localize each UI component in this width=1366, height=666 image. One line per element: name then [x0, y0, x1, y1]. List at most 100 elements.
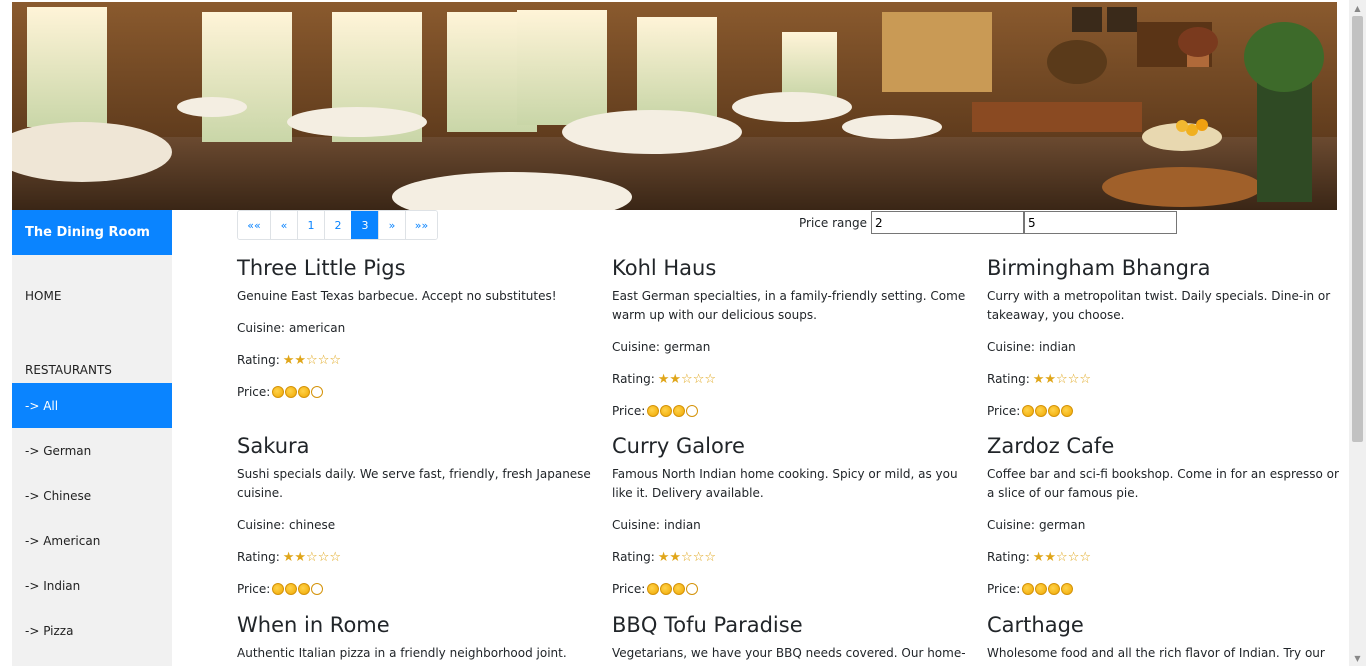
price-coins — [647, 405, 699, 417]
nav-item-german[interactable]: -> German — [12, 428, 172, 473]
rating-stars: ★ ★ ☆ ☆ ☆ — [1033, 373, 1091, 386]
page: The Dining Room HOME RESTAURANTS -> All … — [0, 0, 1366, 666]
brand-title[interactable]: The Dining Room — [12, 210, 172, 255]
star-empty-icon: ☆ — [704, 549, 717, 565]
restaurant-name[interactable]: Curry Galore — [612, 431, 967, 461]
star-filled-icon: ★ — [1044, 549, 1057, 565]
nav-item-american[interactable]: -> American — [12, 518, 172, 563]
next-page-button[interactable]: » — [378, 211, 405, 239]
coin-filled-icon — [660, 405, 673, 417]
rating-line: Rating: ★ ★ ☆ ☆ ☆ — [987, 369, 1342, 389]
cuisine-label: Cuisine: — [237, 518, 285, 532]
cuisine-line: Cuisine: german — [987, 515, 1342, 535]
restaurant-name[interactable]: Carthage — [987, 610, 1342, 640]
coin-filled-icon — [673, 583, 686, 595]
star-filled-icon: ★ — [1044, 371, 1057, 387]
restaurant-banner-image — [12, 2, 1337, 210]
restaurant-name[interactable]: When in Rome — [237, 610, 592, 640]
page-2-button[interactable]: 2 — [324, 211, 351, 239]
cuisine-value: american — [288, 321, 346, 335]
sidebar: The Dining Room HOME RESTAURANTS -> All … — [12, 210, 172, 666]
price-coins — [1022, 405, 1074, 417]
price-coins — [272, 583, 324, 595]
restaurant-card: Kohl Haus East German specialties, in a f… — [612, 253, 967, 421]
restaurant-name[interactable]: BBQ Tofu Paradise — [612, 610, 967, 640]
nav-item-pizza[interactable]: -> Pizza — [12, 608, 172, 653]
rating-label: Rating: — [987, 372, 1030, 386]
restaurant-description: Curry with a metropolitan twist. Daily s… — [987, 289, 1331, 322]
restaurant-card: Carthage Wholesome food and all the rich … — [987, 610, 1342, 663]
price-line: Price: — [612, 579, 967, 599]
star-empty-icon: ☆ — [306, 549, 318, 565]
price-range-label: Price range — [799, 215, 867, 230]
coin-filled-icon — [1022, 583, 1035, 595]
nav-item-indian[interactable]: -> Indian — [12, 563, 172, 608]
restaurant-name[interactable]: Sakura — [237, 431, 592, 461]
page-3-button[interactable]: 3 — [351, 211, 378, 239]
restaurant-description: Coffee bar and sci-fi bookshop. Come in … — [987, 467, 1339, 500]
rating-stars: ★ ★ ☆ ☆ ☆ — [658, 551, 716, 564]
cuisine-value: indian — [663, 518, 701, 532]
price-coins — [1022, 583, 1074, 595]
last-page-button[interactable]: »» — [405, 211, 437, 239]
price-min-input[interactable] — [870, 211, 1024, 234]
star-empty-icon: ☆ — [1056, 371, 1068, 387]
nav-item-chinese[interactable]: -> Chinese — [12, 473, 172, 518]
coin-empty-icon — [686, 405, 699, 417]
coin-filled-icon — [660, 583, 673, 595]
star-filled-icon: ★ — [657, 371, 670, 387]
previous-page-button[interactable]: « — [270, 211, 297, 239]
restaurant-card: BBQ Tofu Paradise Vegetarians, we have yo… — [612, 610, 967, 663]
cuisine-line: Cuisine: american — [237, 318, 592, 338]
cuisine-line: Cuisine: chinese — [237, 515, 592, 535]
star-empty-icon: ☆ — [1056, 549, 1068, 565]
cuisine-value: german — [663, 340, 711, 354]
scrollbar-thumb[interactable] — [1352, 16, 1363, 442]
scroll-down-icon[interactable]: ▼ — [1349, 650, 1366, 666]
restaurant-card: Birmingham Bhangra Curry with a metropoli… — [987, 253, 1342, 421]
page-1-button[interactable]: 1 — [297, 211, 324, 239]
restaurant-name[interactable]: Kohl Haus — [612, 253, 967, 283]
price-label: Price: — [612, 582, 646, 596]
coin-filled-icon — [647, 405, 660, 417]
star-filled-icon: ★ — [282, 352, 295, 368]
rating-line: Rating: ★ ★ ☆ ☆ ☆ — [237, 350, 592, 370]
coin-empty-icon — [311, 386, 324, 398]
price-coins — [272, 386, 324, 398]
cuisine-label: Cuisine: — [612, 518, 660, 532]
star-empty-icon: ☆ — [317, 352, 330, 368]
restaurant-description: Famous North Indian home cooking. Spicy … — [612, 467, 958, 500]
price-range-filter: Price range — [799, 211, 1177, 234]
nav-restaurants-heading[interactable]: RESTAURANTS — [12, 337, 172, 383]
coin-filled-icon — [1035, 405, 1048, 417]
star-empty-icon: ☆ — [692, 371, 705, 387]
star-empty-icon: ☆ — [317, 549, 330, 565]
coin-filled-icon — [272, 583, 285, 595]
page-scrollbar[interactable]: ▲ ▼ — [1349, 0, 1366, 666]
coin-filled-icon — [272, 386, 285, 398]
star-empty-icon: ☆ — [1067, 371, 1080, 387]
star-filled-icon: ★ — [669, 371, 682, 387]
price-coins — [647, 583, 699, 595]
star-empty-icon: ☆ — [1067, 549, 1080, 565]
nav-item-all[interactable]: -> All — [12, 383, 172, 428]
rating-label: Rating: — [612, 372, 655, 386]
first-page-button[interactable]: «« — [238, 211, 270, 239]
restaurant-name[interactable]: Birmingham Bhangra — [987, 253, 1342, 283]
rating-line: Rating: ★ ★ ☆ ☆ ☆ — [237, 547, 592, 567]
price-label: Price: — [612, 404, 646, 418]
cuisine-line: Cuisine: german — [612, 337, 967, 357]
star-filled-icon: ★ — [282, 549, 295, 565]
restaurant-name[interactable]: Three Little Pigs — [237, 253, 592, 283]
cuisine-label: Cuisine: — [612, 340, 660, 354]
nav-home-link[interactable]: HOME — [12, 255, 172, 337]
coin-filled-icon — [647, 583, 660, 595]
scroll-up-icon[interactable]: ▲ — [1349, 0, 1366, 16]
price-max-input[interactable] — [1023, 211, 1177, 234]
price-label: Price: — [237, 385, 271, 399]
rating-stars: ★ ★ ☆ ☆ ☆ — [283, 551, 341, 564]
star-empty-icon: ☆ — [692, 549, 705, 565]
price-label: Price: — [987, 582, 1021, 596]
rating-label: Rating: — [612, 550, 655, 564]
restaurant-name[interactable]: Zardoz Cafe — [987, 431, 1342, 461]
